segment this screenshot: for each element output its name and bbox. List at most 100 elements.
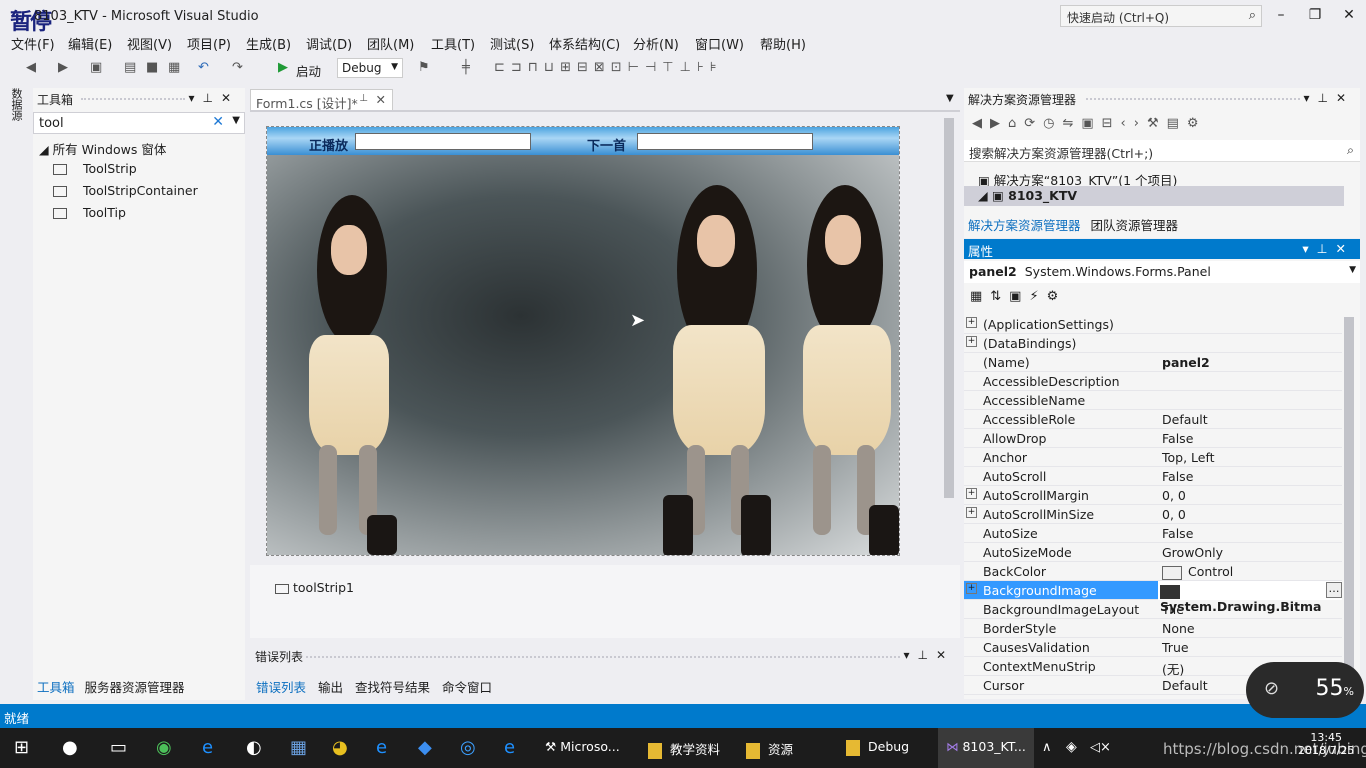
property-value[interactable]: Control [1162,564,1233,580]
toolbox-item-toolstripcontainer[interactable]: ToolStripContainer [53,183,198,198]
panel-controls[interactable]: ▾⊥✕ [1302,241,1354,256]
menu-team[interactable]: 团队(M) [367,34,414,53]
search-app-icon[interactable]: ◎ [460,737,476,758]
property-row[interactable]: BackColor Control [964,562,1342,581]
property-row[interactable]: (Name) panel2 [964,353,1342,372]
property-row[interactable]: + AutoScrollMargin 0, 0 [964,486,1342,505]
property-row[interactable]: AccessibleName [964,391,1342,410]
property-row[interactable]: AutoScroll False [964,467,1342,486]
menu-analyze[interactable]: 分析(N) [633,34,679,53]
expand-icon[interactable]: + [966,317,977,328]
property-value[interactable]: False [1162,469,1193,484]
minimize-button[interactable]: – [1266,4,1296,26]
wechat-icon[interactable]: ◉ [156,737,172,758]
pin-icon[interactable]: ⊥ [359,93,368,104]
chevron-down-icon[interactable]: ▼ [946,93,954,104]
browse-button[interactable]: … [1326,582,1342,598]
property-row[interactable]: BackgroundImageLayout Tile [964,600,1342,619]
property-row[interactable]: AccessibleDescription [964,372,1342,391]
save-icon[interactable]: ■ [146,60,158,75]
panel-controls[interactable]: ▾⊥✕ [903,648,954,662]
toolbox-item-tooltip[interactable]: ToolTip [53,205,126,220]
now-playing-textbox[interactable] [355,133,531,150]
object-selector[interactable]: panel2 System.Windows.Forms.Panel ▼ [964,261,1360,283]
panel-controls[interactable]: ▾⊥✕ [1303,91,1354,105]
menu-view[interactable]: 视图(V) [127,34,172,53]
property-row[interactable]: CausesValidation True [964,638,1342,657]
menu-test[interactable]: 测试(S) [490,34,534,53]
shield-icon[interactable]: ◈ [1066,739,1077,755]
property-value[interactable]: panel2 [1162,355,1210,370]
property-row[interactable]: + BackgroundImage System.Drawing.Bitma… [964,581,1342,614]
property-row[interactable]: + (DataBindings) [964,334,1342,353]
drag-grip[interactable] [81,98,185,100]
expand-icon[interactable]: + [966,583,977,594]
property-value[interactable]: Tile [1162,602,1184,617]
property-value[interactable]: 0, 0 [1162,507,1186,522]
align-icon[interactable]: ╪ [462,60,470,75]
open-file-icon[interactable]: ▤ [124,60,136,75]
project-node[interactable]: ◢ ▣ 8103_KTV [964,186,1344,206]
data-sources-tab[interactable]: 数据源 [10,88,24,128]
new-project-icon[interactable]: ▣ [90,60,102,75]
next-song-textbox[interactable] [637,133,813,150]
property-value[interactable]: GrowOnly [1162,545,1223,560]
menu-help[interactable]: 帮助(H) [760,34,806,53]
property-value[interactable]: True [1162,640,1189,655]
start-icon[interactable]: ▶ [278,60,288,75]
tab-server-explorer[interactable]: 服务器资源管理器 [85,680,185,695]
designer-scrollbar[interactable] [944,118,954,498]
property-row[interactable]: + (ApplicationSettings) [964,315,1342,334]
properties-scrollbar[interactable] [1344,317,1354,687]
save-all-icon[interactable]: ▦ [168,60,180,75]
property-value[interactable]: 0, 0 [1162,488,1186,503]
component-toolstrip1[interactable]: toolStrip1 [275,580,354,595]
network-speed-widget[interactable]: ⊘ 55% [1246,662,1364,718]
app-icon[interactable]: ▦ [290,737,307,758]
taskbar-app-folder-teaching[interactable]: 教学资料 [648,739,720,759]
solution-toolbar-icons[interactable]: ◀▶⌂⟳◷⇋▣⊟‹›⚒▤⚙ [972,116,1207,131]
taskbar-app-folder-resources[interactable]: 资源 [746,739,793,759]
property-row[interactable]: AllowDrop False [964,429,1342,448]
toolbox-group[interactable]: ◢ 所有 Windows 窗体 [39,139,166,158]
start-button[interactable]: 启动 [296,61,321,80]
property-row[interactable]: AccessibleRole Default [964,410,1342,429]
restore-button[interactable]: ❐ [1300,4,1330,26]
menu-project[interactable]: 项目(P) [187,34,231,53]
expand-icon[interactable]: + [966,488,977,499]
windows-start-icon[interactable]: ⊞ [14,737,29,758]
forward-icon[interactable]: ▶ [58,60,68,75]
property-value[interactable]: Top, Left [1162,450,1215,465]
property-row[interactable]: AutoSizeMode GrowOnly [964,543,1342,562]
property-row[interactable]: Anchor Top, Left [964,448,1342,467]
drag-grip[interactable] [1086,98,1300,100]
toolbox-search-input[interactable]: tool ✕ ▼ [33,112,245,134]
menu-build[interactable]: 生成(B) [246,34,291,53]
attach-icon[interactable]: ⚑ [418,60,430,75]
tab-team-explorer[interactable]: 团队资源管理器 [1091,218,1179,233]
feishu-icon[interactable]: ◆ [418,737,432,758]
quick-launch-input[interactable]: 快速启动 (Ctrl+Q) ⌕ [1060,5,1262,27]
browser-icon[interactable]: ◕ [332,737,348,758]
drag-grip[interactable] [306,656,900,658]
property-value[interactable]: Default [1162,678,1208,693]
tab-command-window[interactable]: 命令窗口 [442,680,492,695]
tab-find-symbol[interactable]: 查找符号结果 [355,680,430,695]
menu-window[interactable]: 窗口(W) [695,34,744,53]
taskbar-app-folder-debug[interactable]: Debug [846,739,909,756]
toolbox-item-toolstrip[interactable]: ToolStrip [53,161,137,176]
tab-toolbox[interactable]: 工具箱 [37,680,75,695]
configuration-select[interactable]: Debug ▼ [337,58,403,78]
property-value[interactable]: None [1162,621,1195,636]
tab-error-list[interactable]: 错误列表 [256,680,306,695]
property-row[interactable]: + AutoScrollMinSize 0, 0 [964,505,1342,524]
tray-chevron-icon[interactable]: ∧ [1042,740,1052,755]
taskbar-app-vs-tools[interactable]: ⚒ Microso... [545,739,620,754]
property-value[interactable]: False [1162,526,1193,541]
layout-icons[interactable]: ⊏⊐⊓⊔⊞⊟⊠⊡⊢⊣⊤⊥⊦⊧ [494,60,722,75]
clear-search-icon[interactable]: ✕ [212,114,224,130]
panel-controls[interactable]: ▾⊥✕ [188,91,239,105]
edge-icon[interactable]: e [202,737,213,758]
property-value[interactable]: Default [1162,412,1208,427]
chevron-down-icon[interactable]: ▼ [232,115,240,126]
